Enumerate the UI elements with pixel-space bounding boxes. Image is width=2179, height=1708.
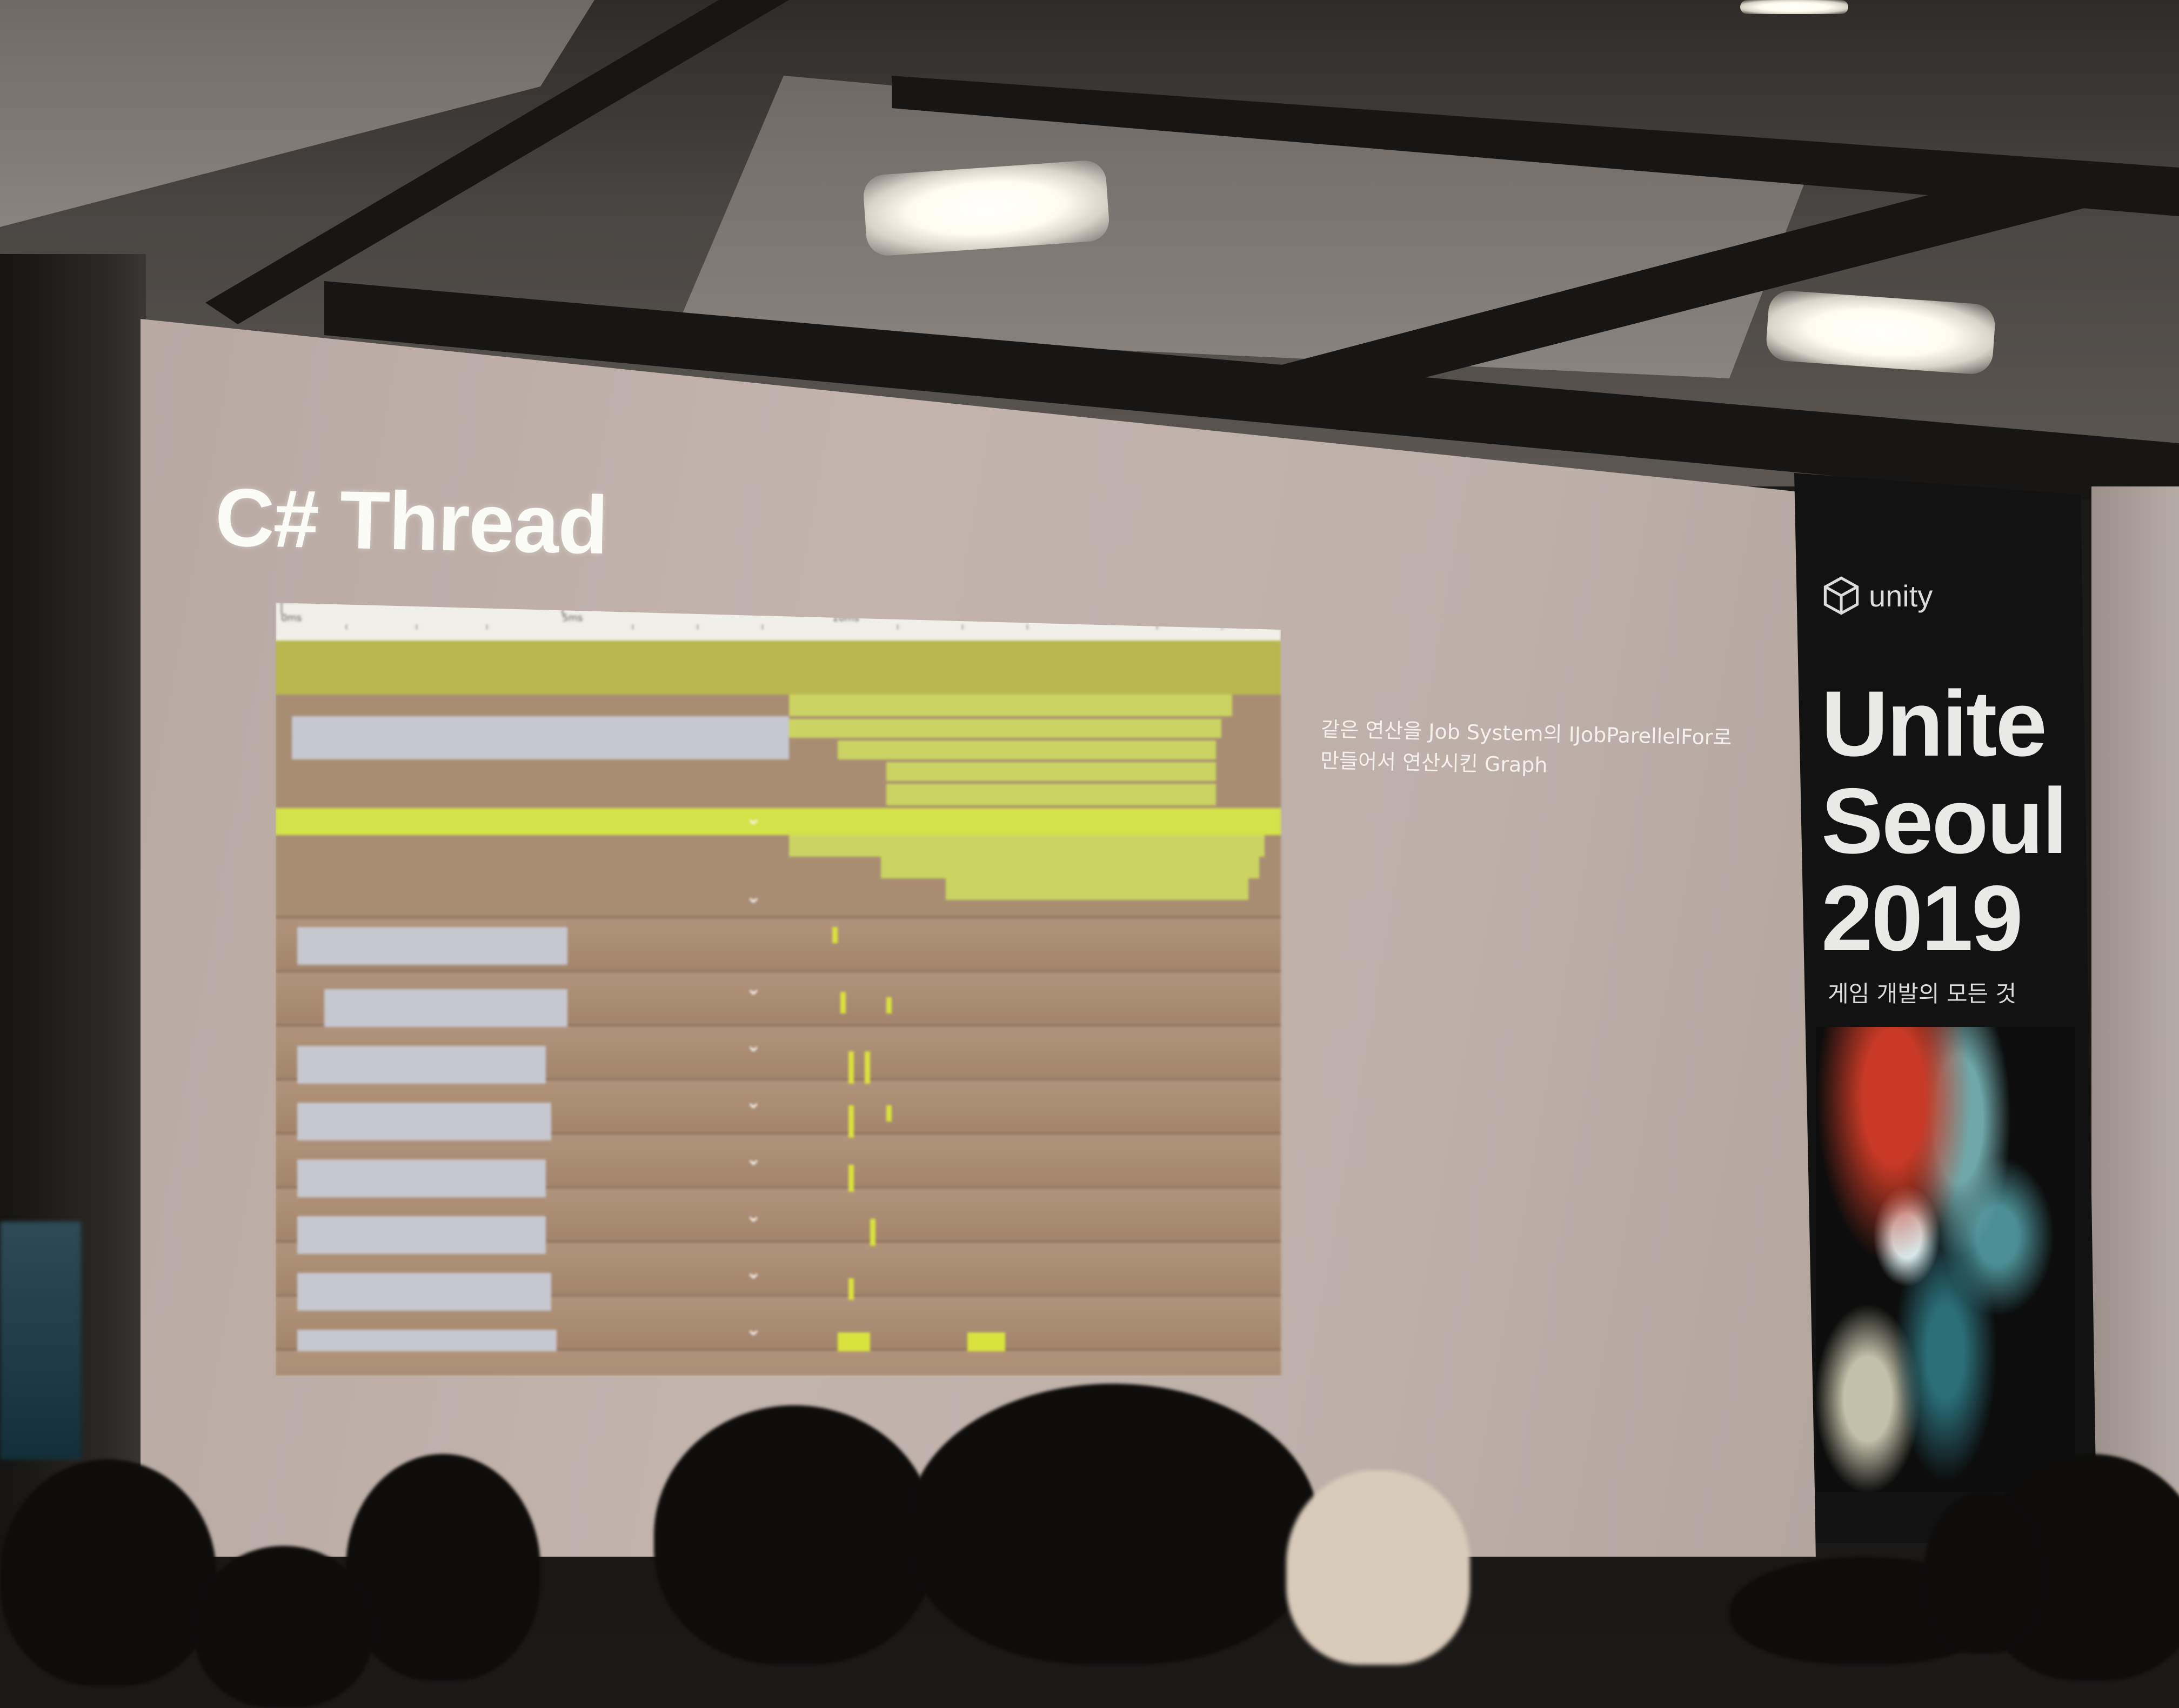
profiler-sample-streak bbox=[832, 927, 838, 943]
profiler-highlight-bar bbox=[276, 808, 1281, 835]
profiler-sample-bar bbox=[789, 719, 1221, 738]
banner-artwork bbox=[1816, 1027, 2075, 1492]
profiler-sample-bar bbox=[789, 835, 1265, 857]
chevron-down-icon[interactable]: ⌄ bbox=[746, 1206, 761, 1225]
profiler-sample-streak bbox=[848, 1278, 854, 1300]
profiler-sample-streak bbox=[967, 1332, 1005, 1351]
profiler-sample-streak bbox=[848, 1051, 854, 1084]
audience-head bbox=[654, 1405, 935, 1665]
banner-title-line: Seoul bbox=[1821, 769, 2068, 873]
profiler-job-bar bbox=[297, 1159, 546, 1197]
profiler-job-bar bbox=[297, 1273, 551, 1311]
slide-title: C# Thread bbox=[214, 471, 609, 572]
profiler-job-bar bbox=[297, 927, 567, 965]
audience-head bbox=[195, 1546, 373, 1708]
profiler-job-bar bbox=[297, 1330, 557, 1351]
audience-hood bbox=[1286, 1470, 1470, 1665]
profiler-graph: 0ms 5ms 10ms 15ms ⌄ ⌄ ⌄ bbox=[276, 603, 1281, 1376]
profiler-job-bar bbox=[324, 989, 567, 1027]
profiler-sample-streak bbox=[848, 1165, 854, 1192]
side-monitor bbox=[0, 1222, 81, 1459]
chevron-down-icon[interactable]: ⌄ bbox=[746, 809, 761, 828]
profiler-main-bar bbox=[276, 640, 1281, 695]
audience-head bbox=[0, 1459, 216, 1686]
profiler-sample-streak bbox=[865, 1051, 870, 1084]
ruler-label: 0ms bbox=[281, 603, 302, 624]
profiler-sample-bar bbox=[946, 878, 1248, 900]
profiler-sample-bar bbox=[789, 695, 1232, 716]
profiler-job-bar bbox=[292, 716, 789, 738]
audience-head bbox=[1924, 1492, 2043, 1654]
banner-subtitle: 게임 개발의 모든 것 bbox=[1828, 980, 2017, 1007]
profiler-sample-bar bbox=[886, 784, 1216, 805]
profiler-worker-row bbox=[276, 1349, 1281, 1376]
unity-cube-icon bbox=[1823, 576, 1859, 615]
profiler-job-bar bbox=[297, 1216, 546, 1254]
ruler-label: 5ms bbox=[562, 603, 583, 624]
banner-title-line: Unite bbox=[1821, 672, 2047, 776]
profiler-sample-streak bbox=[848, 1105, 854, 1138]
banner-title-line: 2019 bbox=[1821, 866, 2023, 970]
unity-logo: unity bbox=[1821, 576, 1933, 616]
chevron-down-icon[interactable]: ⌄ bbox=[746, 1093, 761, 1111]
profiler-job-bar bbox=[292, 738, 789, 759]
audience-head bbox=[346, 1454, 540, 1681]
profiler-sample-bar bbox=[881, 857, 1259, 878]
profiler-job-bar bbox=[297, 1046, 546, 1084]
ceiling-light bbox=[1740, 0, 1848, 14]
chevron-down-icon[interactable]: ⌄ bbox=[746, 888, 761, 906]
profiler-sample-streak bbox=[840, 992, 846, 1013]
profiler-sample-streak bbox=[886, 997, 892, 1013]
audience-head bbox=[908, 1384, 1319, 1665]
profiler-sample-streak bbox=[838, 1332, 870, 1351]
chevron-down-icon[interactable]: ⌄ bbox=[746, 1036, 761, 1055]
profiler-sample-bar bbox=[838, 740, 1216, 759]
chevron-down-icon[interactable]: ⌄ bbox=[746, 979, 761, 998]
unity-logo-text: unity bbox=[1869, 578, 1933, 613]
chevron-down-icon[interactable]: ⌄ bbox=[746, 1320, 761, 1338]
profiler-job-bar bbox=[297, 1103, 551, 1140]
chevron-down-icon[interactable]: ⌄ bbox=[746, 1263, 761, 1282]
profiler-sample-bar bbox=[886, 762, 1216, 781]
chevron-down-icon[interactable]: ⌄ bbox=[746, 1150, 761, 1168]
profiler-sample-streak bbox=[886, 1105, 892, 1122]
ceiling-light bbox=[862, 159, 1111, 257]
profiler-sample-streak bbox=[870, 1219, 875, 1246]
slide-caption: 같은 연산을 Job System의 IJobParellelFor로 만들어서… bbox=[1320, 713, 1775, 786]
